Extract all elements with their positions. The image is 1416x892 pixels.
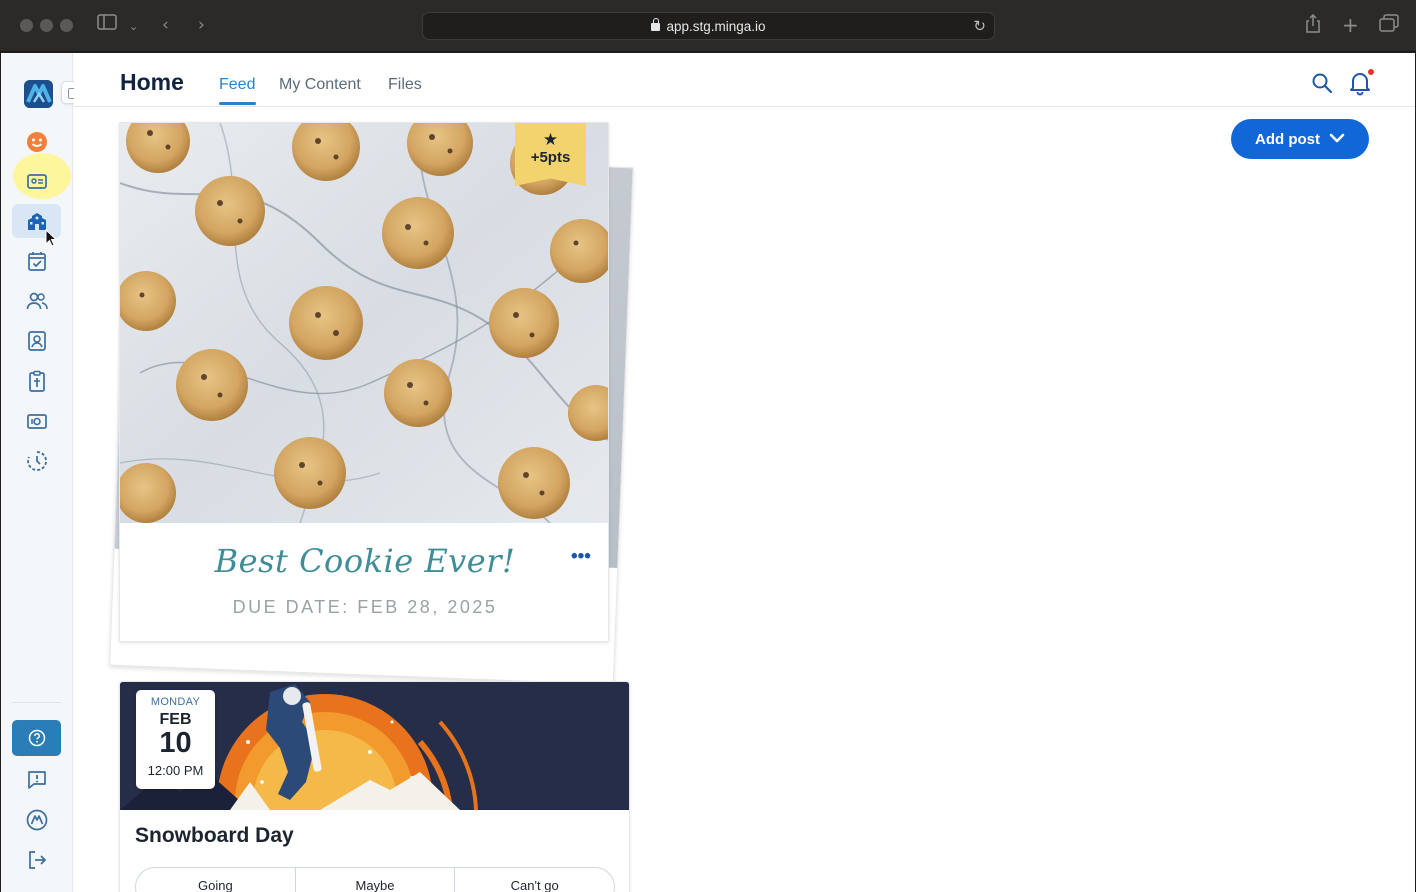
sidebar-toggle-icon[interactable] [97, 14, 117, 36]
event-title: Snowboard Day [135, 824, 294, 847]
tab-files[interactable]: Files [388, 76, 422, 94]
app-window: Home Feed My Content Files Add post ★ +5… [1, 53, 1415, 892]
minga-logo[interactable] [24, 80, 53, 108]
search-icon[interactable] [1311, 72, 1333, 94]
people-icon [26, 292, 48, 310]
progress-icon [26, 451, 47, 471]
id-card-icon [26, 174, 47, 189]
close-window-button[interactable] [20, 19, 33, 32]
more-options-icon[interactable]: ••• [571, 546, 591, 568]
forward-icon[interactable]: › [198, 14, 205, 36]
sidebar-item-id[interactable] [12, 164, 61, 198]
zoom-window-button[interactable] [60, 19, 73, 32]
event-weekday: MONDAY [150, 696, 201, 708]
active-tab-indicator [219, 102, 256, 105]
smiley-icon [26, 132, 47, 152]
page-title: Home [120, 69, 184, 95]
challenge-card[interactable]: ★ +5pts Best Cookie Ever! ••• DUE DATE: … [119, 122, 609, 642]
browser-toolbar: ⌄ ‹ › app.stg.minga.io ↻ + [0, 0, 1416, 52]
notification-dot [1368, 69, 1374, 75]
due-date: DUE DATE: FEB 28, 2025 [232, 597, 498, 617]
add-post-button[interactable]: Add post [1231, 119, 1369, 159]
rsvp-maybe-button[interactable]: Maybe [296, 868, 456, 892]
cookie-image: ★ +5pts [120, 123, 608, 523]
back-icon[interactable]: ‹ [162, 14, 169, 36]
add-post-label: Add post [1255, 130, 1320, 148]
new-tab-icon[interactable]: + [1342, 14, 1359, 36]
help-button[interactable] [12, 720, 61, 756]
ticket-icon [26, 414, 47, 429]
mouse-cursor-icon [45, 229, 57, 247]
url-text: app.stg.minga.io [666, 19, 766, 34]
rsvp-going-button[interactable]: Going [136, 868, 296, 892]
sidebar-item-progress[interactable] [12, 444, 61, 478]
rsvp-cant-go-button[interactable]: Can't go [455, 868, 614, 892]
reload-icon[interactable]: ↻ [973, 17, 986, 35]
minga-logo-icon [26, 809, 47, 831]
sidebar-divider [12, 702, 61, 703]
sidebar-item-minga[interactable] [12, 803, 61, 837]
star-icon: ★ [542, 130, 559, 150]
sidebar-item-tickets[interactable] [12, 404, 61, 438]
clipboard-icon [28, 370, 45, 392]
event-time: 12:00 PM [147, 763, 204, 778]
lock-icon [651, 18, 661, 31]
points-badge: ★ +5pts [515, 123, 586, 186]
logout-icon [28, 851, 46, 869]
rsvp-group: Going Maybe Can't go [135, 867, 615, 892]
sidebar-item-clipboard[interactable] [12, 364, 61, 398]
address-bar[interactable]: app.stg.minga.io ↻ [422, 12, 995, 40]
top-header: Home Feed My Content Files [74, 53, 1415, 107]
chevron-down-icon [1329, 133, 1345, 143]
event-date-badge: MONDAY FEB 10 12:00 PM [136, 690, 215, 789]
event-image: MONDAY FEB 10 12:00 PM [120, 682, 629, 810]
cookies-photo [120, 123, 608, 523]
minimize-window-button[interactable] [40, 19, 53, 32]
sidebar-item-contacts[interactable] [12, 324, 61, 358]
event-card[interactable]: MONDAY FEB 10 12:00 PM Snowboard Day Goi… [119, 681, 630, 892]
feedback-icon [27, 771, 46, 789]
chevron-down-icon[interactable]: ⌄ [129, 16, 138, 38]
help-icon [28, 729, 45, 747]
sidebar-item-feedback[interactable] [12, 763, 61, 797]
event-day: 10 [159, 727, 192, 759]
contact-icon [27, 331, 46, 351]
sidebar [1, 53, 84, 892]
sidebar-item-profile[interactable] [12, 125, 61, 159]
tab-my-content[interactable]: My Content [279, 76, 361, 94]
sidebar-item-calendar[interactable] [12, 244, 61, 278]
points-value: +5pts [530, 149, 571, 166]
calendar-check-icon [27, 252, 46, 271]
sidebar-item-people[interactable] [12, 284, 61, 318]
share-icon[interactable] [1305, 13, 1321, 40]
tab-feed[interactable]: Feed [219, 76, 255, 94]
sidebar-item-logout[interactable] [12, 843, 61, 877]
card-title: Best Cookie Ever! [214, 542, 516, 580]
tabs-overview-icon[interactable] [1379, 14, 1399, 38]
